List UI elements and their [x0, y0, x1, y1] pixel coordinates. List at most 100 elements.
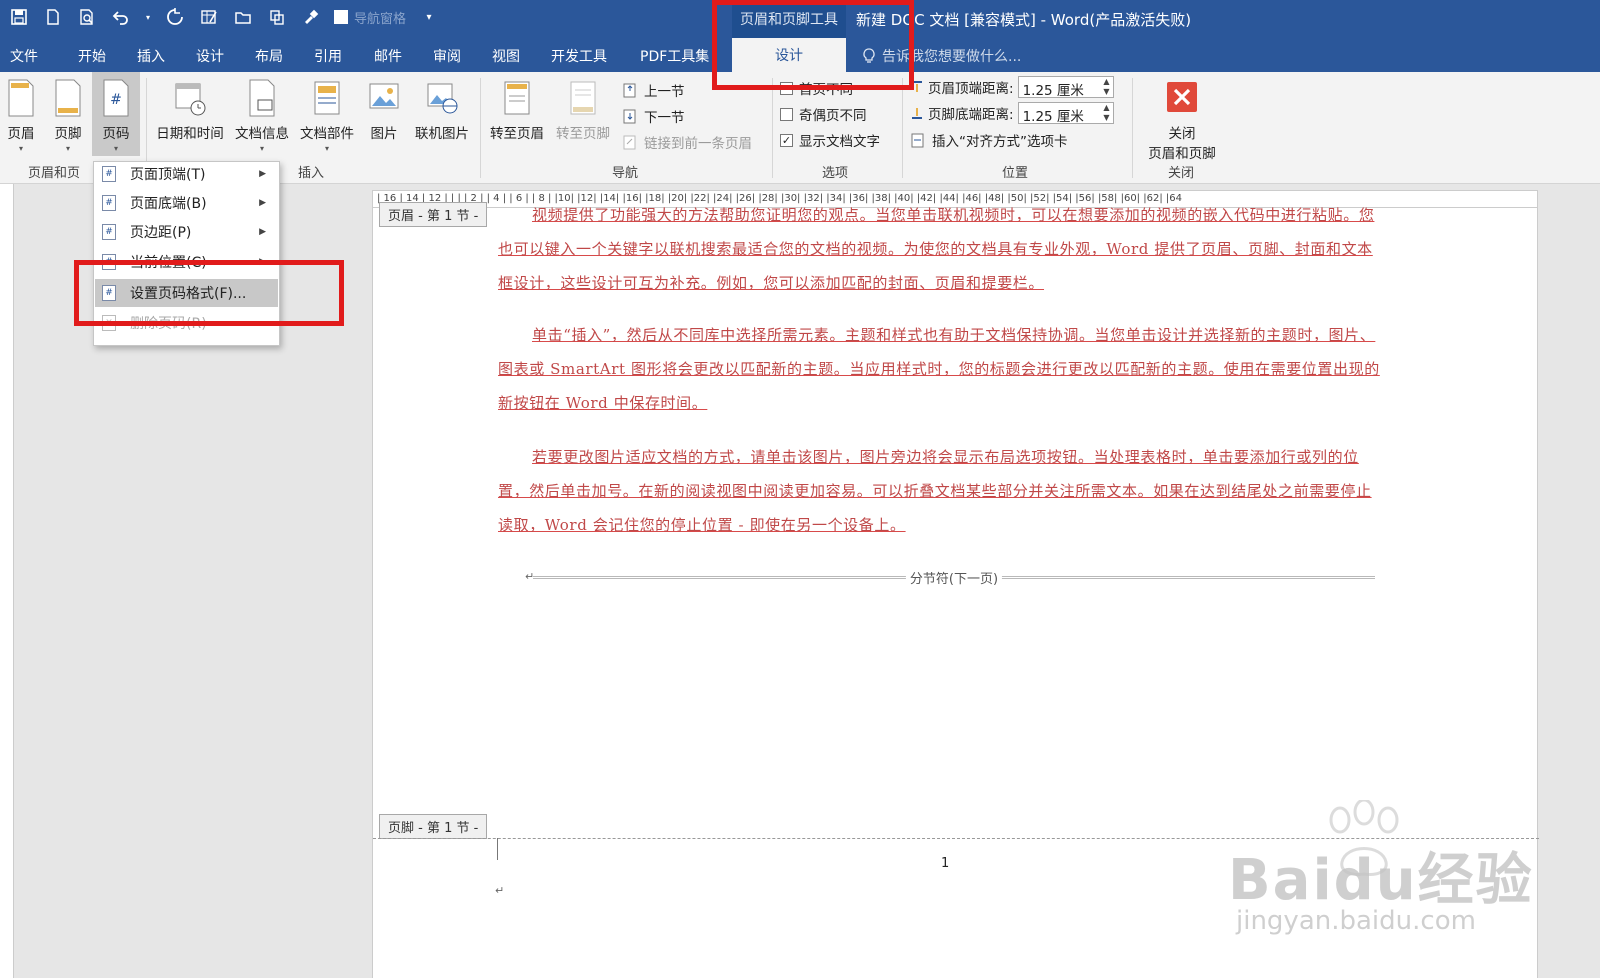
header-top-spinner[interactable]: ▲ ▼: [1103, 77, 1109, 97]
alignment-tab-icon: [911, 133, 924, 148]
document-info-button[interactable]: 文档信息 ▾: [232, 78, 292, 153]
edit-table-icon[interactable]: [198, 6, 220, 28]
online-picture-button[interactable]: 联机图片: [410, 78, 474, 142]
picture-button[interactable]: 图片: [366, 78, 402, 142]
paragraph-2[interactable]: 单击“插入”，然后从不同库中选择所需元素。主题和样式也有助于文档保持协调。当您单…: [498, 318, 1380, 420]
footer-bottom-input[interactable]: 1.25 厘米 ▲ ▼: [1017, 102, 1114, 125]
online-picture-label: 联机图片: [415, 126, 469, 142]
quick-parts-label: 文档部件: [300, 126, 354, 142]
quick-access-toolbar: ▾ 导航窗格 ▾: [8, 6, 440, 28]
tab-review[interactable]: 审阅: [433, 46, 461, 66]
link-to-previous-label: 链接到前一条页眉: [644, 136, 752, 152]
different-odd-even-checkbox[interactable]: [780, 107, 793, 121]
page-number-icon: #: [102, 195, 116, 211]
footer-page-number[interactable]: 1: [941, 856, 949, 871]
group-navigation: 导航: [612, 166, 639, 181]
header-button[interactable]: 页眉 ▾: [2, 78, 40, 153]
print-preview-icon[interactable]: [76, 6, 98, 28]
tab-layout[interactable]: 布局: [255, 46, 283, 66]
goto-footer-label: 转至页脚: [556, 126, 610, 142]
different-odd-even-label: 奇偶页不同: [799, 108, 867, 124]
tab-file[interactable]: 文件: [10, 46, 38, 66]
header-icon: [8, 79, 34, 117]
quick-parts-icon: [314, 81, 340, 115]
goto-header-button[interactable]: 转至页眉: [486, 78, 548, 142]
section-break-label: 分节符(下一页): [905, 568, 1003, 587]
date-time-button[interactable]: 日期和时间: [152, 78, 228, 142]
document-info-label: 文档信息: [235, 126, 289, 142]
header-top-distance: 页眉顶端距离: 1.25 厘米 ▲ ▼: [910, 76, 1114, 99]
different-odd-even-option[interactable]: 奇偶页不同: [780, 104, 867, 124]
redo-icon[interactable]: [164, 6, 186, 28]
header-top-label: 页眉顶端距离:: [928, 81, 1014, 97]
footer-bottom-spinner[interactable]: ▲ ▼: [1103, 103, 1109, 123]
page-number-button[interactable]: # 页码 ▾: [92, 72, 140, 156]
insert-alignment-tab-label: 插入“对齐方式”选项卡: [932, 134, 1068, 150]
menu-item-top-of-page[interactable]: # 页面顶端(T) ▶: [95, 160, 278, 188]
footer-label: 页脚: [54, 126, 82, 142]
footer-button[interactable]: 页脚 ▾: [48, 78, 88, 153]
tab-references[interactable]: 引用: [314, 46, 342, 66]
close-icon: [1167, 82, 1197, 112]
page-number-icon: #: [103, 79, 129, 117]
goto-header-icon: [504, 81, 530, 115]
format-painter-icon[interactable]: [300, 6, 322, 28]
page-number-icon: #: [102, 224, 116, 240]
next-section-button[interactable]: 下一节: [622, 106, 685, 126]
navigation-pane-label: 导航窗格: [354, 11, 407, 27]
undo-dropdown-icon[interactable]: ▾: [144, 6, 152, 28]
annotation-box-design-tab: [712, 0, 914, 90]
navigation-pane-checkbox[interactable]: [334, 10, 348, 24]
copy-format-icon[interactable]: [266, 6, 288, 28]
group-header-footer: 页眉和页: [28, 166, 81, 181]
show-document-text-checkbox[interactable]: ✓: [780, 133, 793, 147]
save-icon[interactable]: [8, 6, 30, 28]
page-number-icon: #: [102, 166, 116, 182]
close-label-line1: 关闭: [1168, 126, 1196, 142]
tab-pdf-tools[interactable]: PDF工具集: [640, 46, 709, 66]
annotation-box-format-page-numbers: [74, 260, 344, 326]
menu-item-page-margins[interactable]: # 页边距(P) ▶: [95, 218, 278, 246]
group-insert: 插入: [298, 166, 325, 181]
tab-insert[interactable]: 插入: [137, 46, 165, 66]
section-break: 分节符(下一页): [533, 568, 1375, 588]
paragraph-3[interactable]: 若要更改图片适应文档的方式，请单击该图片，图片旁边将会显示布局选项按钮。当处理表…: [498, 440, 1380, 542]
undo-icon[interactable]: [110, 6, 132, 28]
navigation-pane-toggle[interactable]: 导航窗格: [334, 8, 406, 27]
show-document-text-option[interactable]: ✓ 显示文档文字: [780, 130, 880, 150]
tab-design[interactable]: 设计: [196, 46, 224, 66]
document-info-icon: [249, 79, 275, 117]
link-to-previous-button[interactable]: 链接到前一条页眉: [622, 132, 752, 152]
header-top-input[interactable]: 1.25 厘米 ▲ ▼: [1017, 76, 1114, 99]
quick-parts-button[interactable]: 文档部件 ▾: [296, 78, 358, 153]
previous-section-button[interactable]: 上一节: [622, 80, 685, 100]
show-document-text-label: 显示文档文字: [799, 134, 880, 150]
page-number-label: 页码: [102, 126, 130, 142]
open-folder-icon[interactable]: [232, 6, 254, 28]
tab-view[interactable]: 视图: [492, 46, 520, 66]
insert-alignment-tab-button[interactable]: 插入“对齐方式”选项卡: [910, 130, 1068, 150]
close-header-footer-button[interactable]: 关闭 页眉和页脚: [1140, 78, 1224, 162]
tab-developer[interactable]: 开发工具: [551, 46, 607, 66]
footer-icon: [55, 79, 81, 117]
link-icon: [623, 135, 636, 150]
close-label-line2: 页眉和页脚: [1148, 146, 1216, 162]
group-position: 位置: [1002, 166, 1029, 181]
footer-bottom-label: 页脚底端距离:: [928, 107, 1014, 123]
menu-item-bottom-of-page[interactable]: # 页面底端(B) ▶: [95, 189, 278, 217]
group-close: 关闭: [1168, 166, 1195, 181]
customize-qat-icon[interactable]: ▾: [418, 6, 440, 28]
footer-position-icon: [912, 108, 922, 119]
vertical-ruler[interactable]: [0, 184, 14, 978]
tab-home[interactable]: 开始: [78, 46, 106, 66]
new-document-icon[interactable]: [42, 6, 64, 28]
submenu-arrow-icon: ▶: [259, 169, 266, 179]
svg-text:#: #: [110, 92, 122, 108]
footer-section-tag: 页脚 - 第 1 节 -: [379, 814, 488, 839]
paragraph-1[interactable]: 视频提供了功能强大的方法帮助您证明您的观点。当您单击联机视频时，可以在想要添加的…: [498, 198, 1380, 294]
goto-footer-button[interactable]: 转至页脚: [552, 78, 614, 142]
watermark-brand: Baidu经验: [1228, 848, 1534, 913]
goto-footer-icon: [570, 81, 596, 115]
footer-bottom-distance: 页脚底端距离: 1.25 厘米 ▲ ▼: [910, 102, 1114, 125]
tab-mailings[interactable]: 邮件: [374, 46, 402, 66]
